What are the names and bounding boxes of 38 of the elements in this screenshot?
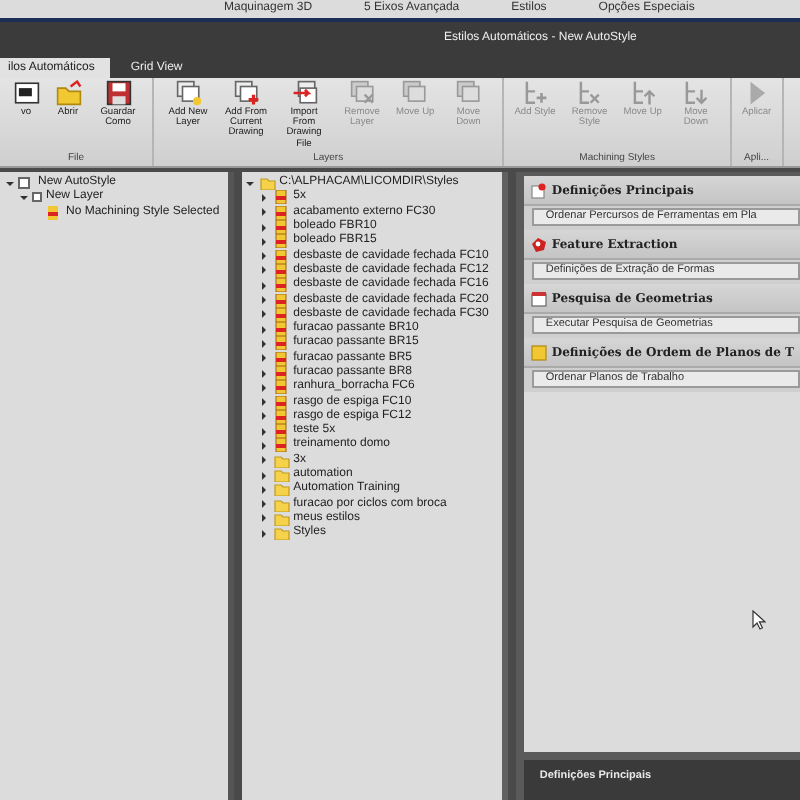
layers-arrow-icon: [291, 80, 317, 106]
expander-icon[interactable]: [262, 456, 267, 465]
expander-icon[interactable]: [262, 339, 267, 348]
expander-icon[interactable]: [262, 485, 267, 494]
expander-icon[interactable]: [262, 427, 267, 436]
expander-icon[interactable]: [262, 208, 267, 217]
expander-icon[interactable]: [262, 266, 267, 275]
expander-icon[interactable]: [262, 398, 267, 407]
folder-icon: [55, 80, 81, 106]
folder-icon: [259, 176, 276, 191]
layers-plus-icon: [233, 80, 259, 106]
expander-icon[interactable]: [262, 296, 267, 305]
expander-icon[interactable]: [262, 471, 267, 480]
expander-icon[interactable]: [262, 310, 267, 319]
style-file-icon: [46, 205, 62, 220]
expander-icon[interactable]: [262, 529, 267, 538]
expander-icon[interactable]: [262, 252, 267, 261]
mouse-cursor-icon: [752, 610, 766, 630]
expander-icon[interactable]: [19, 195, 27, 200]
expander-icon[interactable]: [262, 223, 267, 232]
expander-icon[interactable]: [262, 193, 267, 202]
expander-icon[interactable]: [262, 383, 267, 392]
expander-icon[interactable]: [5, 181, 13, 186]
square-icon: [529, 343, 548, 361]
layer-checkbox[interactable]: [32, 192, 42, 203]
expander-icon[interactable]: [262, 412, 267, 421]
expander-icon[interactable]: [262, 441, 267, 450]
expander-icon[interactable]: [262, 281, 267, 290]
expander-icon[interactable]: [246, 181, 255, 186]
expander-icon[interactable]: [262, 237, 267, 246]
expander-icon[interactable]: [262, 325, 267, 334]
expander-icon[interactable]: [262, 369, 267, 377]
expander-icon[interactable]: [262, 354, 267, 363]
calendar-icon: [529, 289, 548, 307]
expander-icon[interactable]: [262, 514, 267, 523]
expander-icon[interactable]: [262, 500, 267, 509]
document-icon: [13, 80, 39, 106]
layers-icon: [175, 80, 201, 106]
